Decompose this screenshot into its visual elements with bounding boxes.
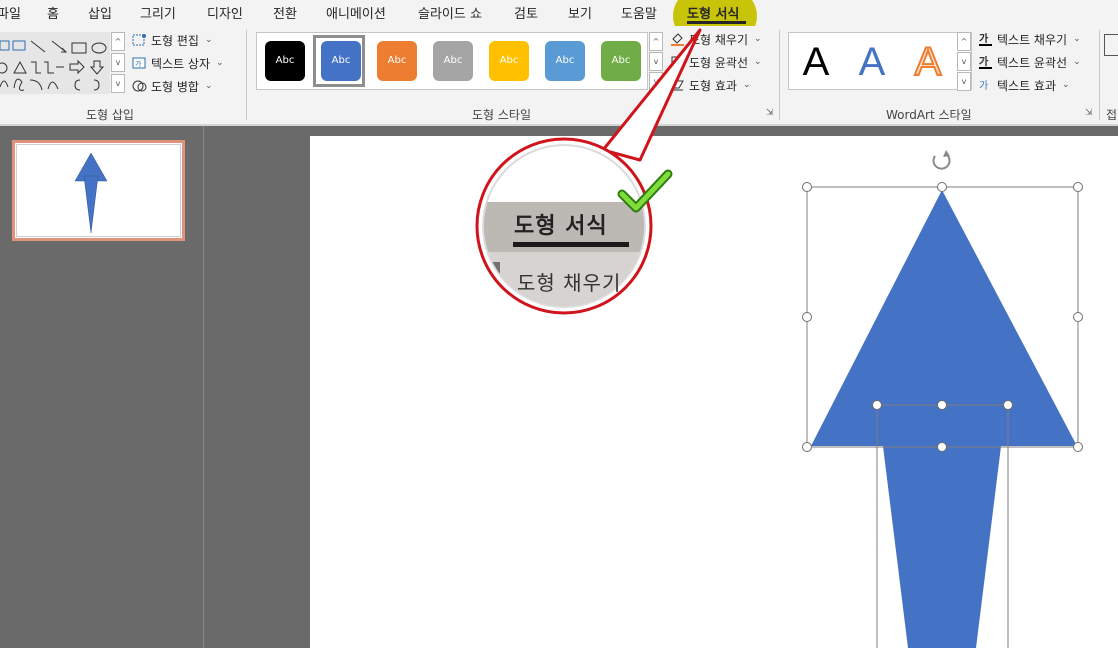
magnified-tab-underline <box>513 242 629 247</box>
magnified-shape-fill-label: 도형 채우기 <box>517 271 622 295</box>
magnifier-callout <box>475 28 702 315</box>
magnified-tab-label: 도형 서식 <box>514 214 608 239</box>
